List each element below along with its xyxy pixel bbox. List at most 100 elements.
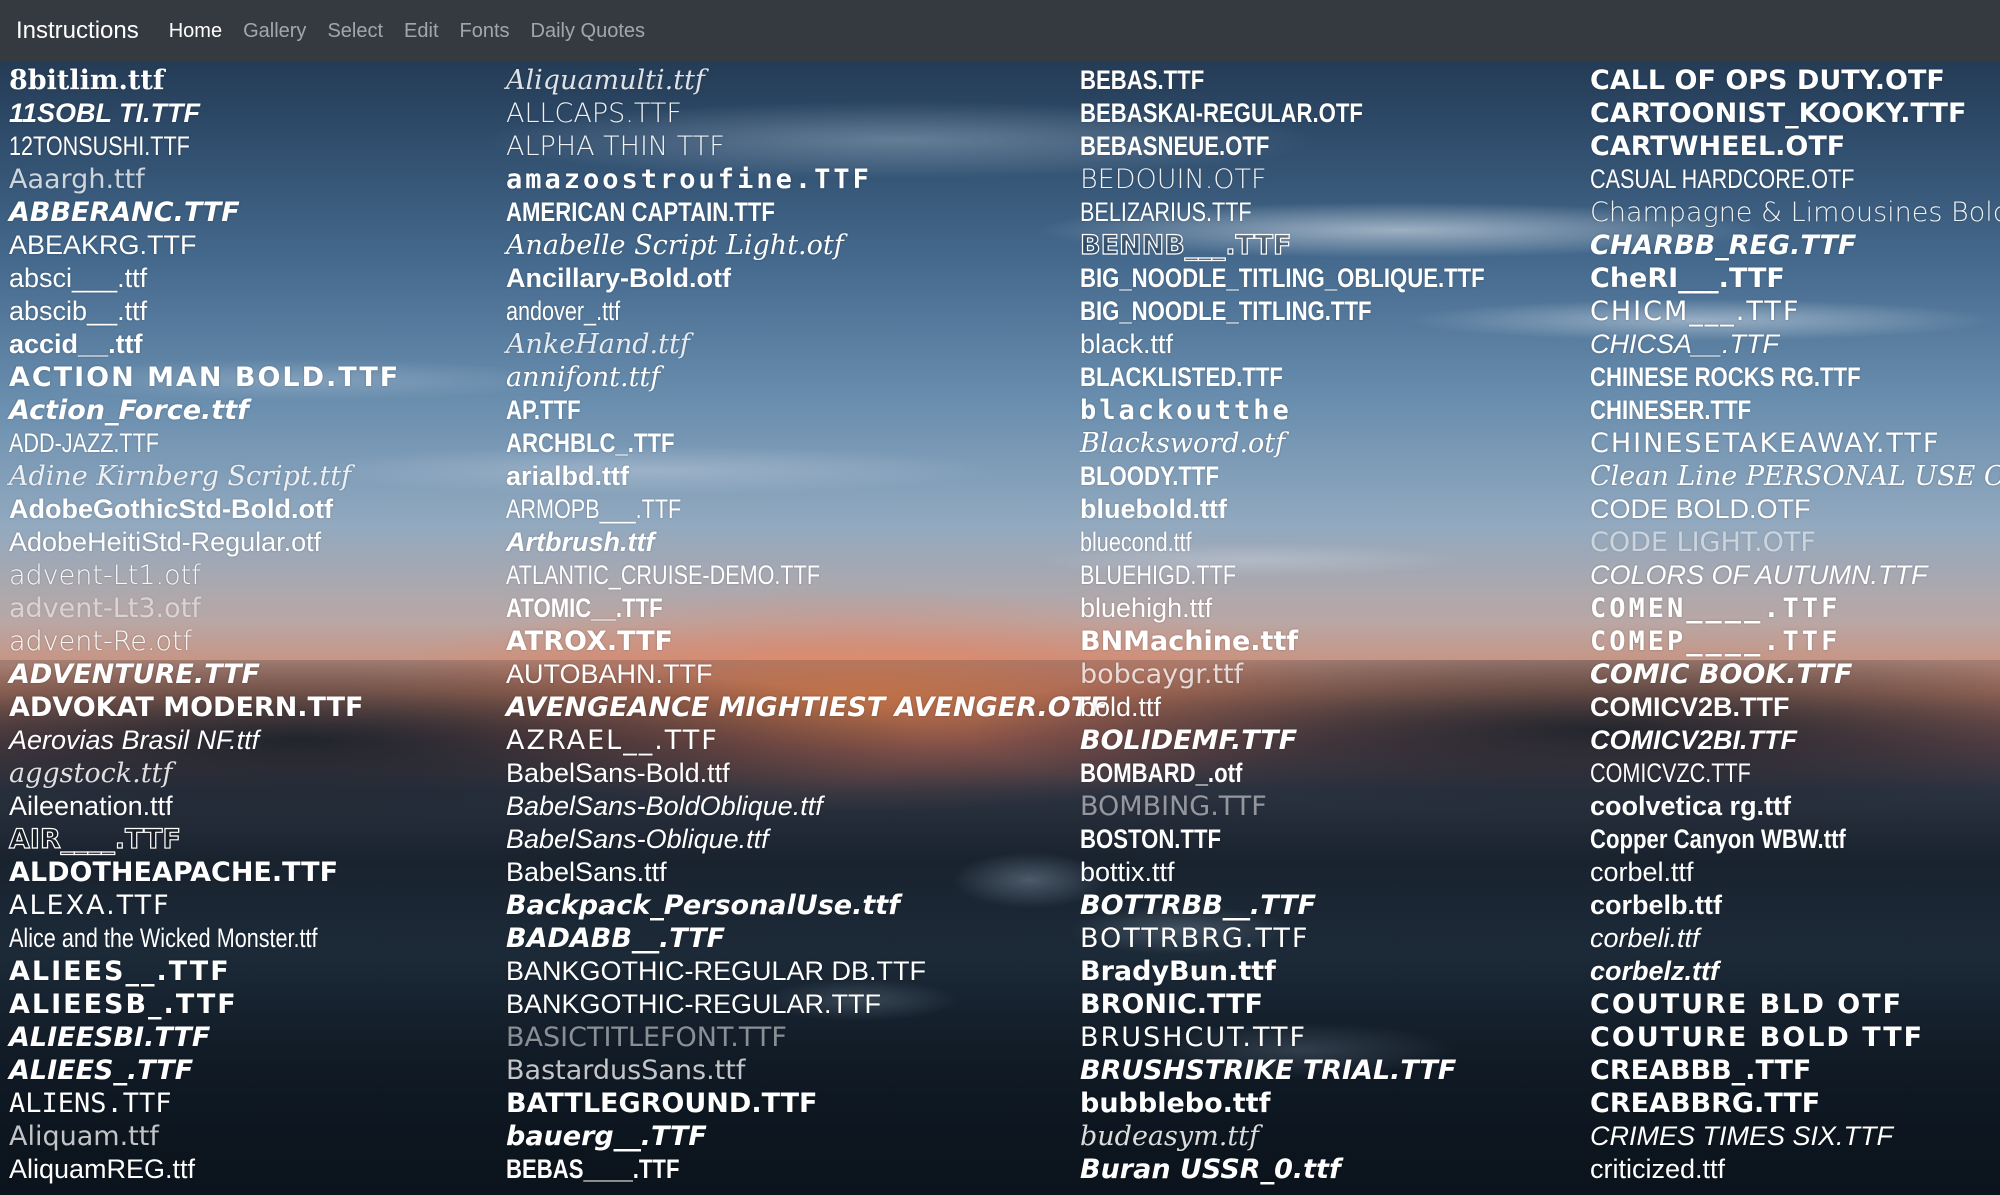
- font-preview-item[interactable]: Clean Line PERSONAL USE ONLY.ttf: [1590, 463, 2000, 490]
- font-preview-item[interactable]: BANKGOTHIC-REGULAR DB.TTF: [506, 958, 926, 985]
- font-preview-item[interactable]: CODE LIGHT.OTF: [1590, 529, 1816, 556]
- font-preview-item[interactable]: BOMBARD_.otf: [1080, 760, 1242, 787]
- font-preview-item[interactable]: budeasym.ttf: [1080, 1123, 1259, 1150]
- font-preview-item[interactable]: Champagne & Limousines Bold.ttf: [1590, 199, 2000, 226]
- font-preview-item[interactable]: CREABBRG.TTF: [1590, 1090, 1820, 1117]
- font-preview-item[interactable]: BATTLEGROUND.TTF: [506, 1090, 817, 1117]
- font-preview-item[interactable]: COMEP____.TTF: [1590, 628, 1840, 655]
- font-preview-item[interactable]: ATLANTIC_CRUISE-DEMO.TTF: [506, 562, 820, 589]
- font-preview-item[interactable]: black.ttf: [1080, 331, 1173, 358]
- font-preview-item[interactable]: BEBAS____.TTF: [506, 1156, 679, 1183]
- font-preview-item[interactable]: ALIEES__.TTF: [9, 958, 231, 985]
- font-preview-item[interactable]: BRUSHSTRIKE TRIAL.TTF: [1080, 1057, 1456, 1084]
- font-preview-item[interactable]: BEBAS.TTF: [1080, 67, 1204, 94]
- nav-link-gallery[interactable]: Gallery: [243, 20, 306, 43]
- font-preview-item[interactable]: advent-Lt3.otf: [9, 595, 201, 622]
- font-preview-item[interactable]: BOLIDEMF.TTF: [1080, 727, 1297, 754]
- font-preview-item[interactable]: COMEN____.TTF: [1590, 595, 1840, 622]
- font-preview-item[interactable]: abscib__.ttf: [9, 298, 147, 325]
- font-preview-item[interactable]: BOSTON.TTF: [1080, 826, 1221, 853]
- font-preview-item[interactable]: BIG_NOODLE_TITLING_OBLIQUE.TTF: [1080, 265, 1485, 292]
- font-preview-item[interactable]: bottix.ttf: [1080, 859, 1175, 886]
- font-preview-item[interactable]: COMICV2BI.TTF: [1590, 727, 1797, 754]
- font-preview-item[interactable]: ADVOKAT MODERN.TTF: [9, 694, 363, 721]
- font-preview-item[interactable]: CheRI___.TTF: [1590, 265, 1785, 292]
- font-preview-item[interactable]: blackoutthe: [1080, 397, 1292, 424]
- font-preview-item[interactable]: 8bitlim.ttf: [9, 67, 164, 94]
- font-preview-item[interactable]: BLOODY.TTF: [1080, 463, 1219, 490]
- font-preview-item[interactable]: BabelSans-Oblique.ttf: [506, 826, 769, 853]
- font-preview-item[interactable]: ALIEESB_.TTF: [9, 991, 238, 1018]
- font-preview-item[interactable]: bobcaygr.ttf: [1080, 661, 1243, 688]
- font-preview-item[interactable]: BENNB___.TTF: [1079, 231, 1292, 259]
- font-preview-item[interactable]: AMERICAN CAPTAIN.TTF: [506, 199, 775, 226]
- font-preview-item[interactable]: accid__.ttf: [9, 331, 143, 358]
- font-preview-item[interactable]: AP.TTF: [506, 397, 581, 424]
- font-preview-item[interactable]: ALEXA.TTF: [9, 892, 171, 919]
- font-preview-item[interactable]: 11SOBL TI.TTF: [9, 100, 200, 127]
- font-preview-item[interactable]: Adine Kirnberg Script.ttf: [9, 463, 351, 490]
- font-preview-item[interactable]: COMIC BOOK.TTF: [1590, 661, 1852, 688]
- font-preview-item[interactable]: CASUAL HARDCORE.OTF: [1590, 166, 1854, 193]
- font-preview-item[interactable]: ALIEES_.TTF: [9, 1057, 193, 1084]
- font-preview-item[interactable]: Artbrush.ttf: [506, 529, 654, 556]
- font-preview-item[interactable]: Backpack_PersonalUse.ttf: [506, 892, 900, 919]
- font-preview-item[interactable]: corbel.ttf: [1590, 859, 1694, 886]
- font-preview-item[interactable]: BANKGOTHIC-REGULAR.TTF: [506, 991, 881, 1018]
- font-preview-item[interactable]: arialbd.ttf: [506, 463, 629, 490]
- font-preview-item[interactable]: CALL OF OPS DUTY.OTF: [1590, 67, 1945, 94]
- font-preview-item[interactable]: AnkeHand.ttf: [506, 331, 690, 358]
- nav-link-home[interactable]: Home: [169, 20, 222, 43]
- font-preview-item[interactable]: COLORS OF AUTUMN.TTF: [1590, 562, 1928, 589]
- font-preview-item[interactable]: Aaargh.ttf: [9, 166, 145, 193]
- font-preview-item[interactable]: ALIENS.TTF: [9, 1090, 172, 1117]
- font-preview-item[interactable]: COUTURE BOLD TTF: [1590, 1024, 1924, 1051]
- font-preview-item[interactable]: advent-Lt1.otf: [9, 562, 201, 589]
- font-preview-item[interactable]: Aileenation.ttf: [9, 793, 173, 820]
- font-preview-item[interactable]: Aliquamulti.ttf: [506, 67, 705, 94]
- font-preview-item[interactable]: ABBERANC.TTF: [9, 199, 240, 226]
- font-preview-item[interactable]: Blacksword.otf: [1080, 430, 1285, 457]
- font-preview-item[interactable]: BastardusSans.ttf: [506, 1057, 745, 1084]
- font-preview-item[interactable]: criticized.ttf: [1590, 1156, 1725, 1183]
- font-preview-item[interactable]: ATOMIC__.TTF: [506, 595, 663, 622]
- nav-link-daily-quotes[interactable]: Daily Quotes: [531, 20, 646, 43]
- font-preview-item[interactable]: CARTOONIST_KOOKY.TTF: [1590, 100, 1966, 127]
- font-preview-item[interactable]: BLUEHIGD.TTF: [1080, 562, 1236, 589]
- font-preview-item[interactable]: BASICTITLEFONT.TTF: [506, 1024, 787, 1051]
- font-preview-item[interactable]: AdobeHeitiStd-Regular.otf: [9, 529, 321, 556]
- font-preview-item[interactable]: Buran USSR_0.ttf: [1080, 1156, 1341, 1183]
- font-preview-item[interactable]: ABEAKRG.TTF: [9, 232, 197, 259]
- font-preview-item[interactable]: BradyBun.ttf: [1080, 958, 1276, 985]
- font-preview-item[interactable]: 12TONSUSHI.TTF: [9, 133, 190, 160]
- font-preview-item[interactable]: Aliquam.ttf: [9, 1123, 159, 1150]
- font-preview-item[interactable]: annifont.ttf: [506, 364, 660, 391]
- font-preview-item[interactable]: BabelSans.ttf: [506, 859, 667, 886]
- font-preview-item[interactable]: CHINESER.TTF: [1590, 397, 1751, 424]
- font-preview-item[interactable]: CHINESE ROCKS RG.TTF: [1590, 364, 1861, 391]
- font-preview-item[interactable]: COMICVZC.TTF: [1590, 760, 1751, 787]
- font-preview-item[interactable]: BabelSans-BoldOblique.ttf: [506, 793, 823, 820]
- nav-link-fonts[interactable]: Fonts: [460, 20, 510, 43]
- font-preview-item[interactable]: AZRAEL__.TTF: [506, 727, 719, 754]
- font-preview-item[interactable]: corbelb.ttf: [1590, 892, 1722, 919]
- font-preview-item[interactable]: bluebold.ttf: [1080, 496, 1227, 523]
- nav-link-edit[interactable]: Edit: [404, 20, 438, 43]
- font-preview-item[interactable]: BRONIC.TTF: [1080, 991, 1263, 1018]
- font-preview-item[interactable]: amazoostroufine.TTF: [506, 166, 872, 193]
- font-preview-item[interactable]: corbelz.ttf: [1590, 958, 1719, 985]
- font-preview-item[interactable]: AUTOBAHN.TTF: [506, 661, 713, 688]
- font-preview-item[interactable]: corbeli.ttf: [1590, 925, 1700, 952]
- font-preview-item[interactable]: BOMBING.TTF: [1080, 793, 1267, 820]
- font-preview-item[interactable]: ARMOPB___.TTF: [506, 496, 681, 523]
- font-preview-item[interactable]: absci___.ttf: [9, 265, 147, 292]
- font-preview-item[interactable]: BEBASNEUE.OTF: [1080, 133, 1269, 160]
- font-preview-item[interactable]: BRUSHCUT.TTF: [1080, 1024, 1307, 1051]
- font-preview-item[interactable]: CODE BOLD.OTF: [1590, 496, 1811, 523]
- font-preview-item[interactable]: AdobeGothicStd-Bold.otf: [9, 496, 333, 523]
- font-preview-item[interactable]: BOTTRBRG.TTF: [1080, 925, 1309, 952]
- font-preview-item[interactable]: AVENGEANCE MIGHTIEST AVENGER.OTF: [506, 694, 1108, 721]
- font-preview-item[interactable]: advent-Re.otf: [9, 628, 192, 655]
- font-preview-item[interactable]: COUTURE BLD OTF: [1590, 991, 1903, 1018]
- font-preview-item[interactable]: ADD-JAZZ.TTF: [9, 430, 159, 457]
